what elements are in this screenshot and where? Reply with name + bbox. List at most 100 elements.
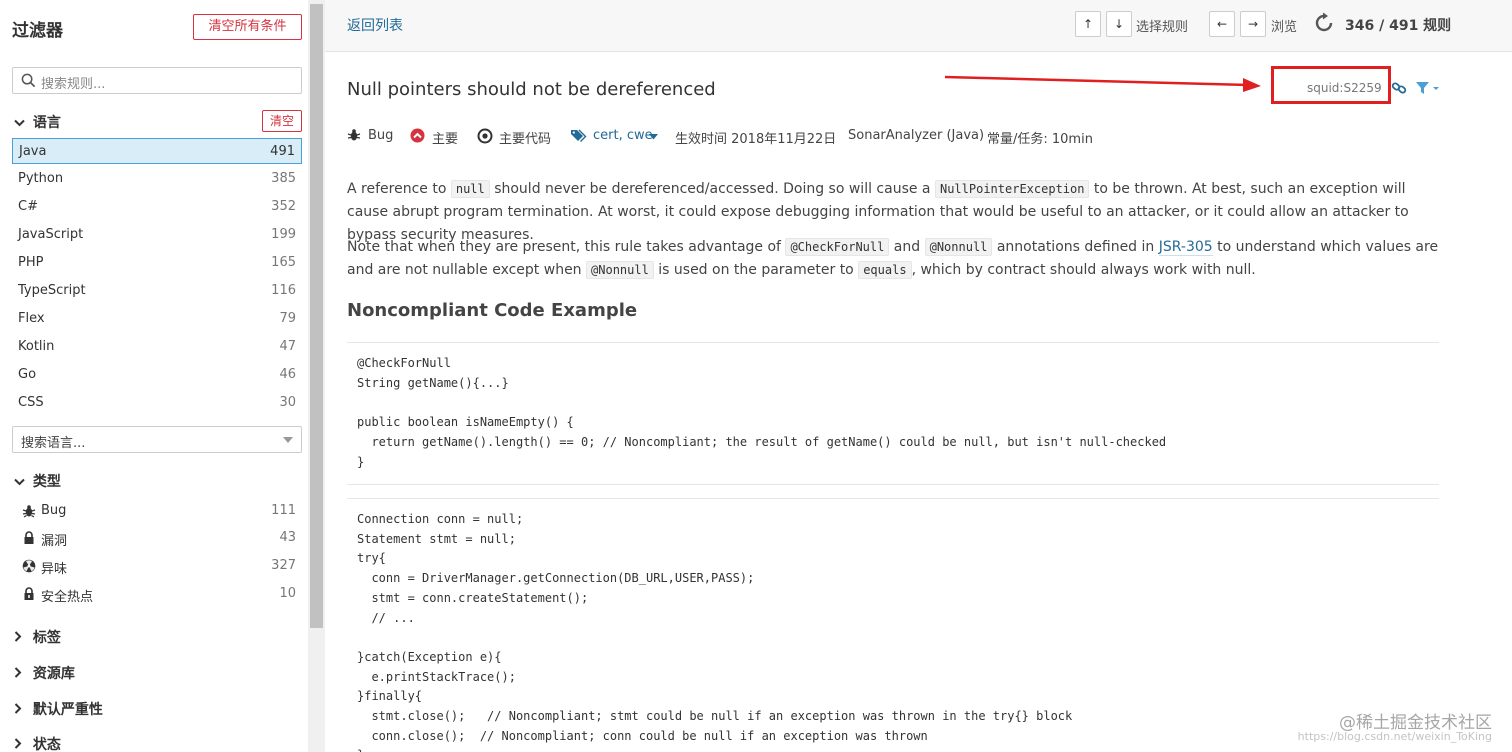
rule-effort-label: 常量/任务: 10min (987, 132, 1093, 147)
target-icon (477, 128, 493, 144)
language-item-count: 79 (279, 311, 296, 326)
facet-header-repository[interactable]: 资源库 (14, 663, 75, 683)
bug-icon (22, 505, 36, 518)
language-item-count: 116 (271, 283, 296, 298)
language-item-count: 352 (271, 199, 296, 214)
facet-header-type[interactable]: 类型 (14, 471, 61, 491)
browse-next-button[interactable]: → (1240, 11, 1266, 37)
sidebar-scrollbar[interactable] (308, 0, 325, 752)
facet-header-language[interactable]: 语言 (14, 112, 61, 132)
language-item-count: 165 (271, 255, 296, 270)
language-item-php[interactable]: PHP 165 (12, 250, 302, 276)
text: A reference to (347, 181, 451, 197)
text: annotations defined in (992, 239, 1159, 255)
facet-label-tags: 标签 (32, 630, 61, 646)
select-rule-label: 选择规则 (1136, 20, 1189, 35)
rule-repository-label: SonarAnalyzer (Java) (848, 128, 985, 143)
text: , which by contract should always work w… (911, 262, 1256, 278)
rule-tags-label[interactable]: cert, cwe (593, 128, 653, 143)
rule-severity-label: 主要 (432, 132, 459, 147)
chevron-right-icon (14, 631, 28, 645)
chevron-right-icon (14, 667, 28, 681)
search-rules-placeholder: 搜索规则... (41, 77, 106, 92)
select-rule-down-button[interactable]: ↓ (1106, 11, 1132, 37)
sidebar-title: 过滤器 (12, 21, 63, 41)
type-item-label: Bug (41, 503, 67, 518)
tags-icon (571, 129, 587, 142)
language-item-label: Java (19, 144, 47, 159)
language-item-label: PHP (18, 255, 44, 270)
inline-code: @Nonnull (586, 261, 654, 279)
filter-sidebar: 过滤器 清空所有条件 搜索规则... 语言 清空 Java 491 Python… (0, 0, 308, 752)
browse-prev-button[interactable]: ← (1209, 11, 1235, 37)
language-item-python[interactable]: Python 385 (12, 166, 302, 192)
inline-code: @Nonnull (924, 238, 993, 256)
rule-title: Null pointers should not be dereferenced (347, 79, 716, 100)
search-rules-input[interactable]: 搜索规则... (12, 67, 302, 94)
rule-date-label: 生效时间 2018年11月22日 (675, 132, 837, 147)
language-item-java[interactable]: Java 491 (12, 138, 302, 164)
search-language-select[interactable]: 搜索语言... (12, 426, 302, 453)
language-item-count: 47 (279, 339, 296, 354)
rule-category-label: 主要代码 (499, 132, 552, 147)
caret-down-icon (649, 134, 658, 140)
lock-icon (24, 531, 34, 544)
type-item-bug[interactable]: Bug 111 (12, 498, 302, 524)
language-item-go[interactable]: Go 46 (12, 362, 302, 388)
security-hotspot-icon (24, 587, 34, 600)
language-item-javascript[interactable]: JavaScript 199 (12, 222, 302, 248)
type-item-vulnerability[interactable]: 漏洞 43 (12, 525, 302, 551)
facet-label-default-severity: 默认严重性 (32, 702, 103, 718)
chevron-down-icon (14, 116, 28, 130)
type-item-count: 43 (279, 530, 296, 545)
rule-type-label: Bug (368, 128, 394, 143)
language-item-css[interactable]: CSS 30 (12, 390, 302, 416)
reload-icon[interactable] (1312, 11, 1336, 35)
annotation-arrow (944, 75, 1261, 92)
select-rule-up-button[interactable]: ↑ (1075, 11, 1101, 37)
language-item-count: 199 (271, 227, 296, 242)
text: Note that when they are present, this ru… (347, 239, 786, 255)
language-item-label: TypeScript (18, 283, 86, 298)
text: should never be dereferenced/accessed. D… (489, 181, 935, 197)
language-item-label: CSS (18, 395, 44, 410)
facet-label-status: 状态 (32, 737, 61, 752)
facet-header-tags[interactable]: 标签 (14, 627, 61, 647)
clear-language-button[interactable]: 清空 (262, 110, 302, 132)
search-icon (21, 73, 36, 88)
language-item-label: Go (18, 367, 37, 382)
rule-details-pane: 返回列表 ↑ ↓ 选择规则 ← → 浏览 346 / 491 规则 Null p… (325, 0, 1512, 752)
rule-toolbar: 返回列表 ↑ ↓ 选择规则 ← → 浏览 346 / 491 规则 (325, 0, 1512, 52)
bug-icon (347, 129, 361, 141)
major-severity-icon (410, 128, 425, 143)
facet-header-status[interactable]: 状态 (14, 734, 61, 752)
back-to-list-link[interactable]: 返回列表 (347, 15, 403, 35)
facet-header-default-severity[interactable]: 默认严重性 (14, 699, 103, 719)
clear-all-filters-button[interactable]: 清空所有条件 (193, 14, 302, 40)
language-item-count: 491 (270, 144, 295, 159)
rule-description-paragraph-2: Note that when they are present, this ru… (347, 236, 1447, 282)
language-item-count: 385 (271, 171, 296, 186)
language-item-flex[interactable]: Flex 79 (12, 306, 302, 332)
code-example-2-text: Connection conn = null; Statement stmt =… (357, 512, 1073, 752)
permalink-icon[interactable] (1391, 80, 1407, 96)
facet-label-repository: 资源库 (32, 666, 75, 682)
jsr305-link[interactable]: JSR-305 (1158, 239, 1213, 256)
language-item-kotlin[interactable]: Kotlin 47 (12, 334, 302, 360)
facet-label-type: 类型 (32, 474, 61, 490)
type-item-label: 漏洞 (41, 534, 68, 549)
language-item-typescript[interactable]: TypeScript 116 (12, 278, 302, 304)
chevron-right-icon (14, 703, 28, 717)
chevron-right-icon (14, 738, 28, 752)
watermark-url: https://blog.csdn.net/weixin_ToKing (1297, 730, 1492, 743)
rule-key: squid:S2259 (1307, 81, 1382, 95)
language-item-label: Python (18, 171, 64, 186)
browse-label: 浏览 (1271, 20, 1298, 35)
type-item-security-hotspot[interactable]: 安全热点 10 (12, 581, 302, 607)
code-smell-icon (22, 559, 36, 573)
type-item-code-smell[interactable]: 异味 327 (12, 553, 302, 579)
sidebar-scrollbar-thumb[interactable] (310, 4, 323, 628)
paging-counter: 346 / 491 规则 (1345, 18, 1452, 34)
language-item-csharp[interactable]: C# 352 (12, 194, 302, 220)
filter-similar-icon[interactable] (1415, 80, 1441, 96)
